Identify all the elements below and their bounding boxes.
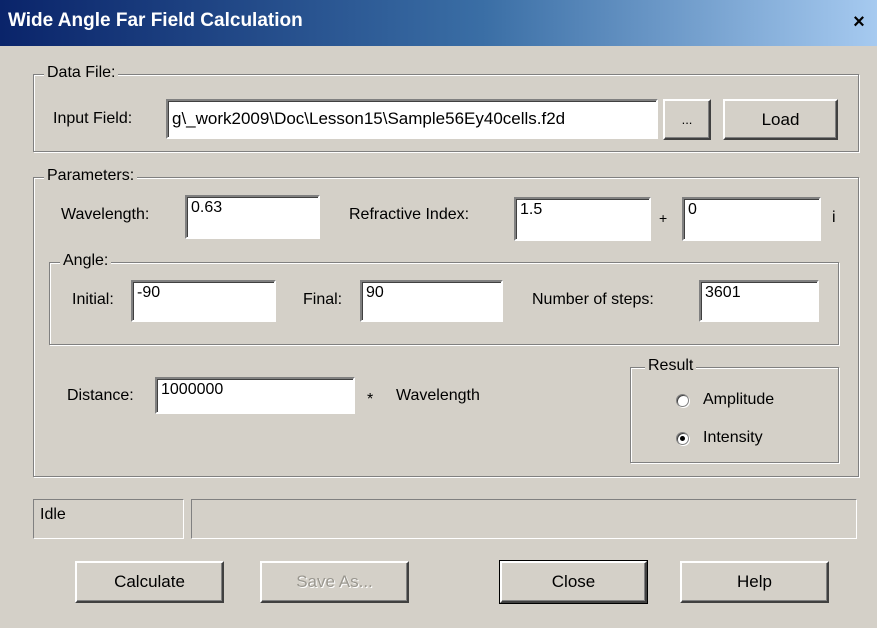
wavelength-field[interactable]: 0.63	[185, 195, 320, 239]
input-field-label: Input Field:	[53, 110, 133, 127]
parameters-group-label: Parameters:	[44, 167, 138, 185]
number-of-steps-field[interactable]: 3601	[699, 280, 819, 322]
refractive-index-label: Refractive Index:	[349, 206, 470, 223]
radio-amplitude[interactable]: Amplitude	[676, 391, 774, 409]
distance-unit-label: Wavelength	[396, 387, 480, 404]
window-title: Wide Angle Far Field Calculation	[8, 10, 303, 31]
close-icon[interactable]: ×	[846, 10, 872, 34]
radio-amplitude-button[interactable]	[676, 393, 689, 407]
imaginary-unit-label: i	[832, 209, 836, 226]
distance-field[interactable]: 1000000	[155, 377, 355, 414]
initial-angle-field[interactable]: -90	[131, 280, 276, 322]
radio-intensity-label: Intensity	[703, 429, 763, 446]
plus-sign: +	[659, 210, 668, 226]
final-angle-field[interactable]: 90	[360, 280, 503, 322]
help-button[interactable]: Help	[680, 561, 829, 603]
refractive-index-real-field[interactable]: 1.5	[514, 197, 651, 241]
status-text: Idle	[33, 499, 184, 539]
initial-label: Initial:	[72, 291, 114, 308]
distance-label: Distance:	[67, 387, 134, 404]
calculate-button[interactable]: Calculate	[75, 561, 224, 603]
refractive-index-imag-field[interactable]: 0	[682, 197, 821, 241]
number-of-steps-label: Number of steps:	[532, 291, 654, 308]
angle-group-label: Angle:	[60, 252, 112, 270]
final-label: Final:	[303, 291, 343, 308]
radio-amplitude-label: Amplitude	[703, 391, 775, 408]
multiply-sign: *	[367, 391, 374, 408]
load-button[interactable]: Load	[723, 99, 838, 140]
result-group-label: Result	[645, 357, 697, 375]
radio-selected-dot	[680, 435, 685, 441]
save-as-button[interactable]: Save As...	[260, 561, 409, 603]
wavelength-label: Wavelength:	[61, 206, 150, 223]
data-file-group-label: Data File:	[44, 64, 119, 82]
result-group	[630, 367, 839, 463]
close-button[interactable]: Close	[499, 560, 648, 604]
radio-intensity-button[interactable]	[676, 431, 689, 445]
input-field[interactable]: g\_work2009\Doc\Lesson15\Sample56Ey40cel…	[166, 99, 658, 139]
radio-intensity[interactable]: Intensity	[676, 429, 763, 447]
browse-button[interactable]: ...	[663, 99, 711, 140]
status-detail	[191, 499, 857, 539]
